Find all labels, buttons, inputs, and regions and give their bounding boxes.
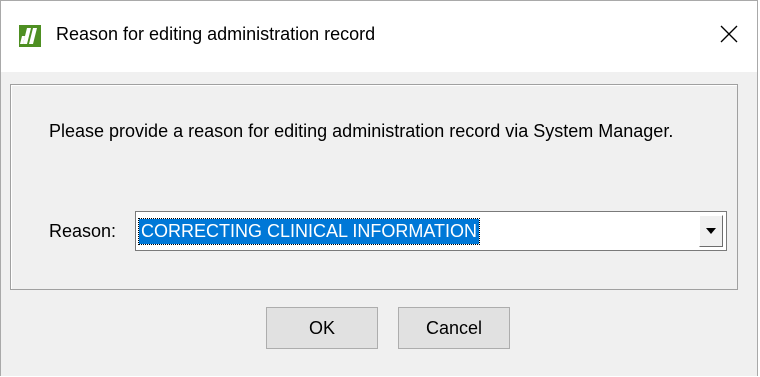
chevron-down-icon [706, 228, 716, 234]
dialog-window: Reason for editing administration record… [0, 0, 758, 376]
app-logo-icon [19, 25, 41, 47]
dropdown-button[interactable] [699, 215, 723, 247]
prompt-text: Please provide a reason for editing admi… [49, 121, 674, 141]
close-button[interactable] [701, 1, 757, 72]
content-panel: Please provide a reason for editing admi… [10, 84, 738, 290]
close-icon [720, 25, 738, 48]
window-title: Reason for editing administration record [56, 24, 376, 44]
title-bar: Reason for editing administration record [1, 1, 757, 72]
reason-dropdown[interactable]: CORRECTING CLINICAL INFORMATION [135, 211, 727, 251]
reason-selected-value[interactable]: CORRECTING CLINICAL INFORMATION [137, 218, 481, 245]
reason-label: Reason: [49, 221, 117, 241]
cancel-button[interactable]: Cancel [398, 307, 510, 349]
ok-button[interactable]: OK [266, 307, 378, 349]
